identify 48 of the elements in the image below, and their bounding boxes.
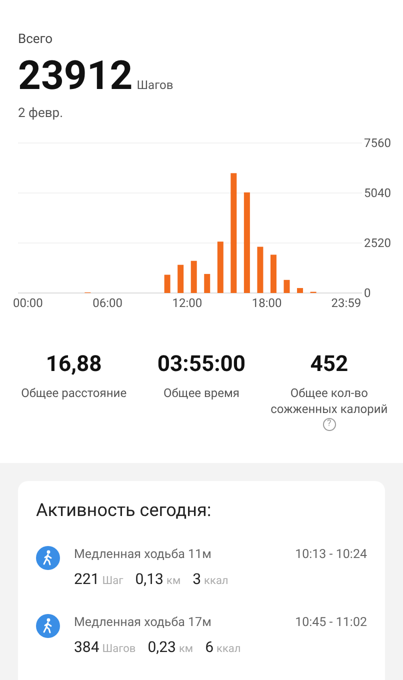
axis-label: 23:59 [331,296,362,310]
activity-value: 6 [205,637,214,658]
stat-label: Общее время [162,385,240,401]
stat-value: 16,88 [46,351,102,379]
axis-label: 7560 [364,136,391,150]
axis-label: 06:00 [92,296,123,310]
axis-label: 12:00 [172,296,202,310]
card-title: Активность сегодня: [36,499,212,523]
stat-label: Общее кол-во сожженных калорий [270,385,389,417]
activity-name: Медленная ходьба 17м [74,614,212,632]
walking-person-icon [36,546,60,570]
chart-bar [190,260,197,293]
axis-label: 00:00 [13,296,43,310]
axis-label: 0 [364,286,371,300]
walking-person-icon [36,614,60,638]
activity-unit: ккал [204,572,228,589]
activity-time: 10:45 - 11:02 [295,614,367,632]
chart-bar [204,274,210,293]
chart-bar [178,264,184,293]
chart-bar [297,288,304,293]
activity-unit: Шаг [102,572,124,589]
axis-label: 2520 [364,236,391,250]
activity-unit: км [166,572,181,589]
steps-count: 23912 [18,54,133,98]
activity-unit: Шагов [102,641,136,657]
chart-bar [257,246,264,293]
stat-label: Общее расстояние [20,385,128,401]
chart-bar [270,254,276,293]
total-label: Всего [18,31,54,49]
date-label: 2 февр. [18,104,64,122]
activity-value: 0,23 [148,637,176,658]
activity-value: 3 [192,568,202,590]
activity-time: 10:13 - 10:24 [295,546,367,564]
axis-label: 18:00 [252,296,282,310]
stat-value: 03:55:00 [157,351,246,379]
activity-unit: ккал [216,641,241,657]
steps-unit: Шагов [136,76,174,94]
chart-bar [164,274,170,293]
chart-bar [284,280,290,293]
axis-label: 5040 [364,186,391,200]
activity-value: 384 [74,637,100,658]
activity-unit: км [178,641,194,657]
activity-name: Медленная ходьба 11м [74,546,212,564]
chart-bar [217,242,224,293]
activity-value: 0,13 [135,568,164,590]
activity-value: 221 [74,568,100,590]
stat-value: 452 [310,351,348,379]
help-icon[interactable]: ? [322,418,336,431]
